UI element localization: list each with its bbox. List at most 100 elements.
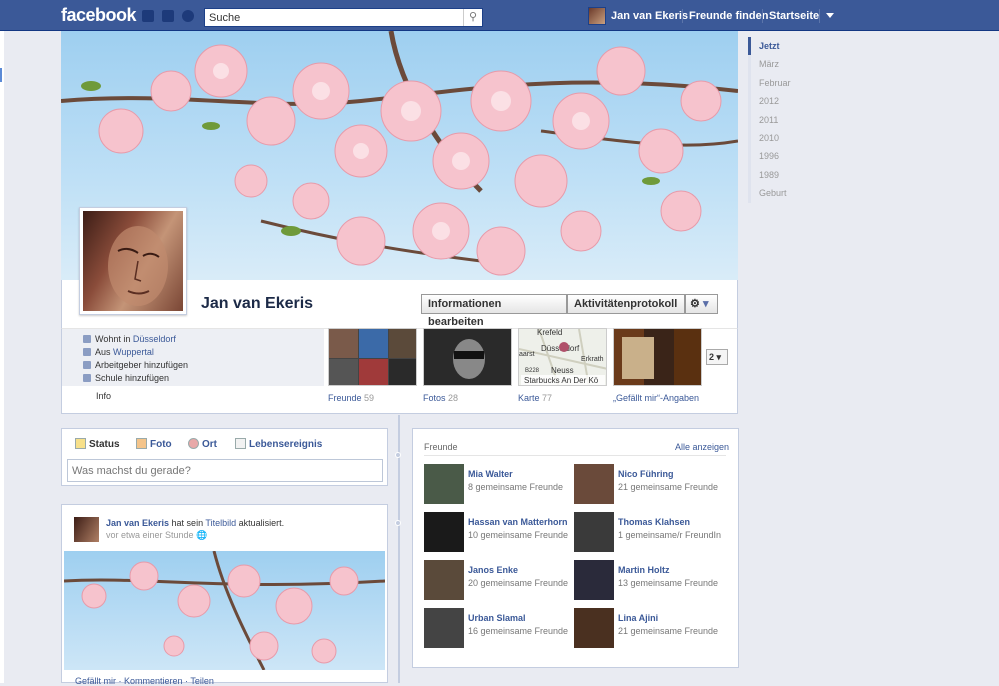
friend-name: Urban Slamal (468, 613, 526, 623)
cover-photo-link[interactable]: Titelbild (205, 518, 236, 528)
map-city-top: Krefeld (537, 329, 562, 337)
friend-item[interactable]: Janos Enke 20 gemeinsame Freunde (424, 560, 574, 602)
timeline-item[interactable]: 2012 (748, 92, 808, 111)
friends-thumbnail[interactable] (328, 328, 417, 386)
map-count: 77 (542, 393, 553, 403)
account-menu-chevron-icon[interactable] (826, 13, 834, 18)
friend-item[interactable]: Martin Holtz 13 gemeinsame Freunde (574, 560, 724, 602)
edit-info-button[interactable]: Informationen bearbeiten (421, 294, 567, 328)
left-gutter (0, 31, 4, 683)
friend-avatar (574, 512, 614, 552)
add-employer-link[interactable]: Arbeitgeber hinzufügen (83, 360, 188, 370)
profile-picture[interactable] (79, 207, 187, 315)
lives-in-label: Wohnt in (95, 334, 133, 344)
post-cover-image[interactable] (64, 551, 385, 670)
find-friends-link[interactable]: Freunde finden (689, 10, 768, 22)
search-icon[interactable]: ⚲ (463, 9, 482, 26)
friend-mutual: 10 gemeinsame Freunde (468, 530, 569, 540)
timeline-item[interactable]: März (748, 55, 808, 74)
post-actions[interactable]: Gefällt mir · Kommentieren · Teilen (75, 676, 214, 686)
timeline-dot (395, 520, 401, 526)
activity-log-button[interactable]: Aktivitätenprotokoll (567, 294, 685, 314)
friend-item[interactable]: Urban Slamal 16 gemeinsame Freunde (424, 608, 574, 650)
post-time-label: vor etwa einer Stunde (106, 530, 194, 540)
map-thumbnail[interactable]: Krefeld Düsseldorf Erkrath aarst Neuss B… (518, 328, 607, 386)
tab-place[interactable]: Ort (188, 438, 217, 450)
timeline-item[interactable]: 1996 (748, 147, 808, 166)
map-section-label[interactable]: Karte 77 (518, 393, 552, 403)
add-employer-label: Arbeitgeber hinzufügen (95, 360, 189, 370)
friend-item[interactable]: Hassan van Matterhorn 10 gemeinsame Freu… (424, 512, 574, 554)
friend-name: Hassan van Matterhorn (468, 517, 568, 527)
friend-item[interactable]: Thomas Klahsen 1 gemeinsame/r FreundIn (574, 512, 724, 554)
globe-icon: 🌐 (196, 530, 208, 540)
lives-in-line: Wohnt in Düsseldorf (83, 334, 176, 344)
friend-mutual: 8 gemeinsame Freunde (468, 482, 564, 492)
friends-section-title: Freunde (328, 393, 362, 403)
photos-section-label[interactable]: Fotos 28 (423, 393, 458, 403)
top-avatar[interactable] (588, 7, 606, 25)
timeline-item[interactable]: Jetzt (748, 37, 808, 56)
tab-life-event-label: Lebensereignis (249, 439, 323, 450)
map-city-bottom: Neuss (551, 366, 574, 375)
home-link[interactable]: Startseite (769, 10, 819, 22)
post-avatar[interactable] (74, 517, 99, 542)
settings-menu-button[interactable]: ⚙ ▾ (685, 294, 718, 314)
profile-portrait-image (83, 211, 183, 311)
messages-icon[interactable] (162, 10, 174, 22)
post-author-link[interactable]: Jan van Ekeris (106, 518, 169, 528)
photo-icon (136, 438, 147, 449)
post-timestamp[interactable]: vor etwa einer Stunde 🌐 (106, 530, 207, 541)
photos-section-title: Fotos (423, 393, 446, 403)
see-all-friends-link[interactable]: Alle anzeigen (675, 442, 729, 452)
timeline-item[interactable]: 2010 (748, 128, 808, 148)
likes-thumbnail[interactable] (613, 328, 702, 386)
search-input[interactable] (205, 9, 463, 26)
cherry-blossom-image (64, 551, 385, 670)
friend-avatar (574, 560, 614, 600)
lives-in-city-link[interactable]: Düsseldorf (133, 334, 176, 344)
more-sections-button[interactable]: 2 ▾ (706, 349, 728, 365)
top-profile-link[interactable]: Jan van Ekeris (611, 10, 688, 22)
friend-requests-icon[interactable] (142, 10, 154, 22)
friend-avatar (424, 512, 464, 552)
timeline-dot (395, 452, 401, 458)
notifications-icon[interactable] (182, 10, 194, 22)
timeline-item[interactable]: Februar (748, 73, 808, 93)
timeline-item[interactable]: 2011 (748, 110, 808, 129)
from-city-link[interactable]: Wuppertal (113, 347, 154, 357)
tab-life-event[interactable]: Lebensereignis (235, 438, 322, 450)
facebook-logo[interactable]: facebook (61, 5, 137, 26)
photos-thumbnail[interactable] (423, 328, 512, 386)
map-pin-icon (559, 342, 569, 352)
timeline-item[interactable]: 1989 (748, 165, 808, 185)
pin-icon (83, 348, 91, 356)
friend-item[interactable]: Lina Ajini 21 gemeinsame Freunde (574, 608, 724, 650)
info-link[interactable]: Info (96, 391, 111, 401)
timeline-item[interactable]: Geburt (748, 184, 808, 203)
more-sections-count: 2 (709, 352, 715, 362)
map-city-right: Erkrath (581, 356, 604, 363)
chevron-down-icon: ▾ (716, 352, 722, 362)
friend-item[interactable]: Mia Walter 8 gemeinsame Freunde (424, 464, 574, 506)
friends-section-label[interactable]: Freunde 59 (328, 393, 374, 403)
profile-name: Jan van Ekeris (201, 295, 314, 312)
tab-photo[interactable]: Foto (136, 438, 172, 450)
nav-divider (762, 9, 763, 23)
left-scroll-mark (0, 68, 2, 82)
friend-mutual: 20 gemeinsame Freunde (468, 578, 569, 588)
status-input[interactable] (67, 459, 383, 482)
likes-section-label[interactable]: „Gefällt mir“-Angaben (613, 393, 699, 403)
post-text-mid: hat sein (169, 518, 206, 528)
add-school-link[interactable]: Schule hinzufügen (83, 373, 169, 383)
top-bar: facebook ⚲ Jan van Ekeris Freunde finden… (0, 0, 999, 31)
place-icon (188, 438, 199, 449)
briefcase-icon (83, 361, 91, 369)
from-label: Aus (95, 347, 114, 357)
friend-avatar (424, 464, 464, 504)
tab-status-label: Status (89, 439, 120, 450)
tab-status[interactable]: Status (75, 438, 120, 450)
friend-item[interactable]: Nico Führing 21 gemeinsame Freunde (574, 464, 724, 506)
from-line: Aus Wuppertal (83, 347, 154, 357)
friend-avatar (574, 464, 614, 504)
